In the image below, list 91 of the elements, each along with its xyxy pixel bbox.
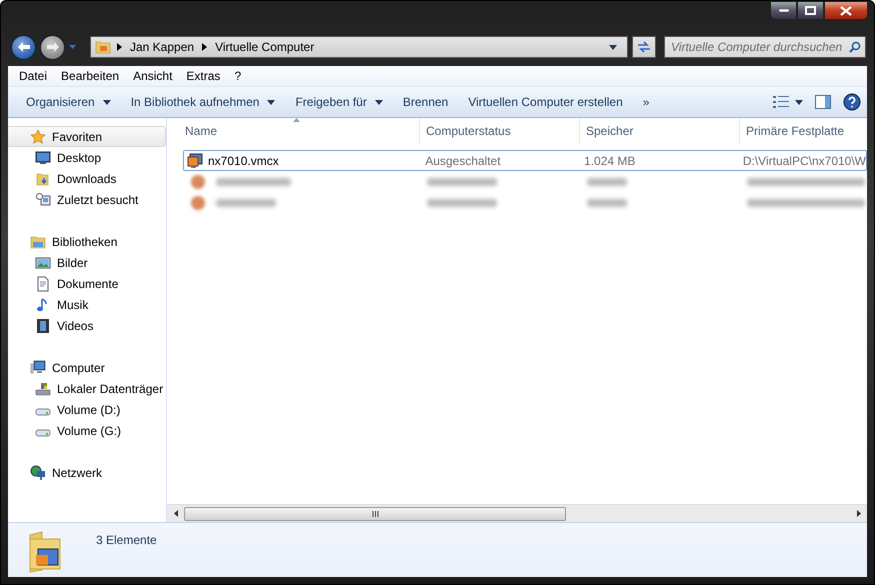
blurred-text: [427, 198, 497, 206]
refresh-button[interactable]: [632, 36, 656, 58]
drive-icon: [35, 428, 51, 436]
sidebar-item[interactable]: Zuletzt besucht: [8, 189, 166, 210]
breadcrumb[interactable]: Virtuelle Computer: [213, 40, 316, 54]
search-field[interactable]: Virtuelle Computer durchsuchen: [664, 36, 866, 58]
sidebar-item[interactable]: Bilder: [8, 252, 166, 273]
left-arrow-icon: [16, 41, 30, 53]
table-cell-text: D:\VirtualPC\nx7010\W: [742, 154, 866, 168]
sidebar-item[interactable]: Musik: [8, 294, 166, 315]
sidebar-item[interactable]: Desktop: [8, 147, 166, 168]
scroll-left-icon: [174, 510, 178, 517]
maximize-icon: [805, 6, 816, 15]
preview-pane-icon: [815, 95, 831, 109]
search-icon: [849, 41, 861, 53]
blurred-text: [587, 198, 627, 206]
horizontal-scrollbar[interactable]: [167, 504, 867, 522]
virtual-machine-icon: [187, 152, 203, 168]
forward-button[interactable]: [40, 34, 65, 60]
column-header[interactable]: Name: [167, 118, 420, 144]
address-bar[interactable]: Jan Kappen Virtuelle Computer: [90, 36, 628, 58]
chevron-icon: [202, 43, 208, 51]
caret-icon: [609, 44, 617, 50]
scrollbar-thumb[interactable]: [184, 506, 566, 520]
back-button[interactable]: [11, 34, 36, 60]
blurred-icon: [191, 174, 205, 188]
sidebar-item[interactable]: Videos: [8, 315, 166, 336]
caret-icon: [267, 100, 276, 104]
star-icon: [30, 128, 46, 144]
recent-places-icon: [35, 192, 51, 208]
chevron-icon: [117, 43, 122, 51]
menu-item[interactable]: Bearbeiten: [54, 67, 126, 85]
sidebar-item[interactable]: Downloads: [8, 168, 166, 189]
toolbar-button[interactable]: In Bibliothek aufnehmen: [120, 91, 286, 113]
refresh-icon: [636, 40, 652, 54]
minimize-button[interactable]: [770, 1, 797, 20]
sidebar-item[interactable]: Volume (D:): [8, 399, 166, 420]
menu-item[interactable]: ?: [227, 67, 248, 85]
sidebar-item[interactable]: Dokumente: [8, 273, 166, 294]
drive-icon: [35, 408, 51, 416]
sidebar-item[interactable]: Favoriten: [8, 126, 166, 147]
file-row[interactable]: nx7010.vmcx Ausgeschaltet 1.024 MB D:\VirtualPC\nx7010\W: [183, 150, 867, 171]
blurred-text: [216, 198, 276, 206]
caret-icon: [374, 100, 383, 104]
sidebar-item[interactable]: Bibliotheken: [8, 231, 166, 252]
file-name: nx7010.vmcx: [208, 154, 279, 168]
toolbar-button[interactable]: Freigeben für: [285, 91, 393, 113]
drive-icon: [35, 380, 51, 396]
menu-item[interactable]: Datei: [12, 67, 54, 85]
breadcrumb[interactable]: Jan Kappen: [128, 40, 196, 54]
table-cell-text: 1.024 MB: [583, 154, 636, 168]
sidebar-item[interactable]: Volume (G:): [8, 420, 166, 441]
table-cell-text: Ausgeschaltet: [424, 154, 502, 168]
picture-icon: [35, 254, 51, 270]
film-icon: [35, 318, 51, 334]
sort-arrow-icon: [293, 118, 300, 122]
right-arrow-icon: [46, 41, 60, 53]
column-header[interactable]: Speicher: [580, 118, 740, 144]
toolbar-button[interactable]: »: [632, 91, 660, 113]
sidebar-item[interactable]: Netzwerk: [8, 462, 166, 483]
folder-icon: [95, 39, 111, 55]
column-header[interactable]: Primäre Festplatte: [740, 118, 867, 144]
menu-item[interactable]: Ansicht: [126, 67, 180, 85]
toolbar-button[interactable]: Virtuellen Computer erstellen: [458, 91, 633, 113]
menu-item[interactable]: Extras: [179, 67, 228, 85]
computer-icon: [30, 360, 46, 376]
details-view-icon: [773, 96, 789, 108]
blurred-icon: [191, 196, 205, 210]
grip-icon: [372, 510, 378, 516]
maximize-button[interactable]: [797, 1, 824, 20]
scroll-right-icon: [856, 510, 860, 517]
blurred-text: [427, 178, 497, 186]
folder-icon: [35, 170, 51, 186]
toolbar-button[interactable]: Organisieren: [16, 91, 121, 113]
network-icon: [30, 464, 46, 480]
sidebar-item[interactable]: Lokaler Datenträger: [8, 378, 166, 399]
help-icon: [843, 93, 861, 111]
library-icon: [30, 234, 46, 250]
sidebar-item[interactable]: Computer: [8, 357, 166, 378]
caret-icon: [795, 100, 803, 104]
toolbar-button[interactable]: Brennen: [392, 91, 458, 113]
caret-icon: [102, 100, 111, 104]
column-header[interactable]: Computerstatus: [420, 118, 580, 144]
blurred-text: [587, 178, 627, 186]
caret-icon: [69, 45, 76, 49]
item-count: 3 Elemente: [96, 533, 157, 547]
minimize-icon: [778, 8, 788, 12]
close-button[interactable]: [824, 1, 868, 20]
close-icon: [840, 6, 852, 16]
document-icon: [35, 276, 51, 292]
monitor-icon: [35, 150, 51, 166]
